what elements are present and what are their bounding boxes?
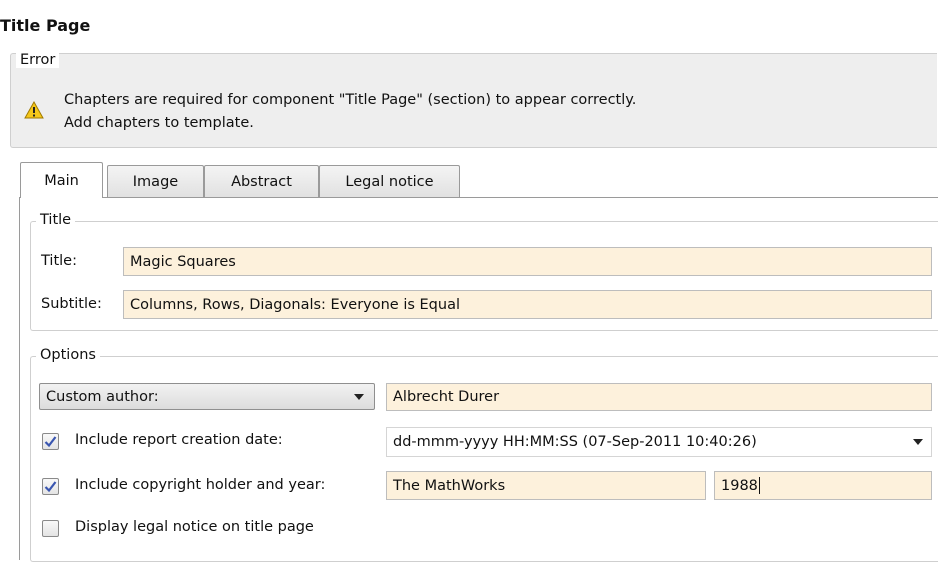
checkmark-icon	[44, 481, 57, 493]
page-title: Title Page	[0, 16, 91, 35]
author-field[interactable]: Albrecht Durer	[386, 383, 932, 411]
chevron-down-icon	[913, 439, 923, 445]
display-legal-label: Display legal notice on title page	[75, 519, 314, 535]
author-field-value: Albrecht Durer	[393, 389, 500, 405]
options-group-legend: Options	[36, 347, 100, 363]
tab-panel-border	[19, 197, 20, 560]
tab-main[interactable]: Main	[20, 162, 103, 198]
date-format-value: dd-mmm-yyyy HH:MM:SS (07-Sep-2011 10:40:…	[393, 434, 757, 450]
chevron-down-icon	[354, 393, 364, 400]
tab-legal-notice[interactable]: Legal notice	[319, 165, 460, 197]
author-mode-value: Custom author:	[46, 388, 159, 405]
title-field-value: Magic Squares	[130, 253, 236, 270]
checkmark-icon	[44, 436, 57, 448]
author-mode-dropdown[interactable]: Custom author:	[39, 383, 375, 410]
subtitle-field[interactable]: Columns, Rows, Diagonals: Everyone is Eq…	[123, 290, 932, 319]
display-legal-checkbox[interactable]	[42, 520, 59, 537]
tab-abstract-label: Abstract	[231, 173, 292, 190]
text-cursor	[758, 477, 760, 494]
tab-strip-divider	[19, 197, 938, 198]
include-date-checkbox[interactable]	[42, 433, 59, 450]
warning-icon	[24, 101, 44, 119]
title-group-legend: Title	[36, 212, 76, 228]
copyright-holder-value: The MathWorks	[393, 477, 506, 494]
title-label: Title:	[41, 253, 77, 269]
error-message-line1: Chapters are required for component "Tit…	[64, 92, 637, 108]
include-copyright-label: Include copyright holder and year:	[75, 477, 326, 493]
include-copyright-checkbox[interactable]	[42, 478, 59, 495]
copyright-year-value: 1988	[721, 477, 758, 494]
tab-abstract[interactable]: Abstract	[204, 165, 319, 197]
copyright-holder-field[interactable]: The MathWorks	[386, 471, 706, 500]
include-date-label: Include report creation date:	[75, 432, 283, 448]
subtitle-label: Subtitle:	[41, 296, 102, 312]
date-format-select[interactable]: dd-mmm-yyyy HH:MM:SS (07-Sep-2011 10:40:…	[386, 427, 932, 457]
tab-image[interactable]: Image	[107, 165, 204, 197]
tab-image-label: Image	[132, 173, 179, 190]
tab-main-label: Main	[44, 172, 79, 189]
subtitle-field-value: Columns, Rows, Diagonals: Everyone is Eq…	[130, 296, 460, 313]
copyright-year-field[interactable]: 1988	[714, 471, 932, 500]
error-message-line2: Add chapters to template.	[64, 115, 254, 131]
tab-legal-notice-label: Legal notice	[345, 173, 434, 190]
error-legend: Error	[16, 52, 60, 68]
title-field[interactable]: Magic Squares	[123, 247, 932, 276]
